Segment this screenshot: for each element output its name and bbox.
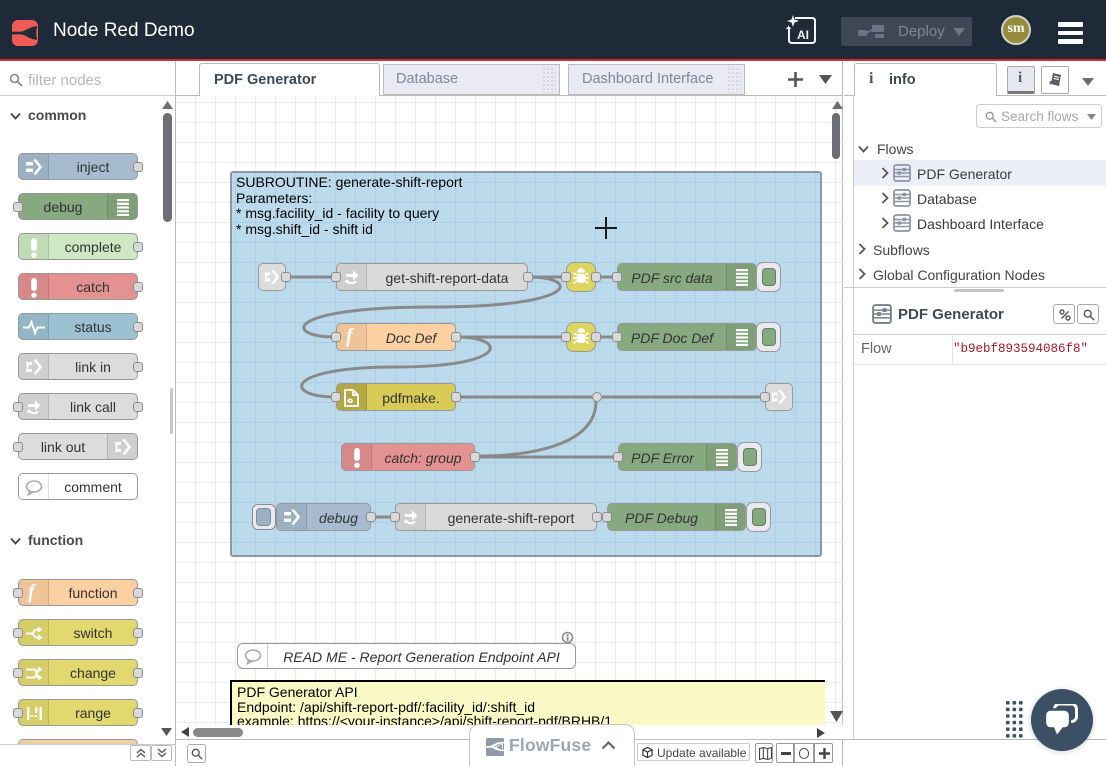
svg-text:AI: AI bbox=[797, 28, 809, 42]
